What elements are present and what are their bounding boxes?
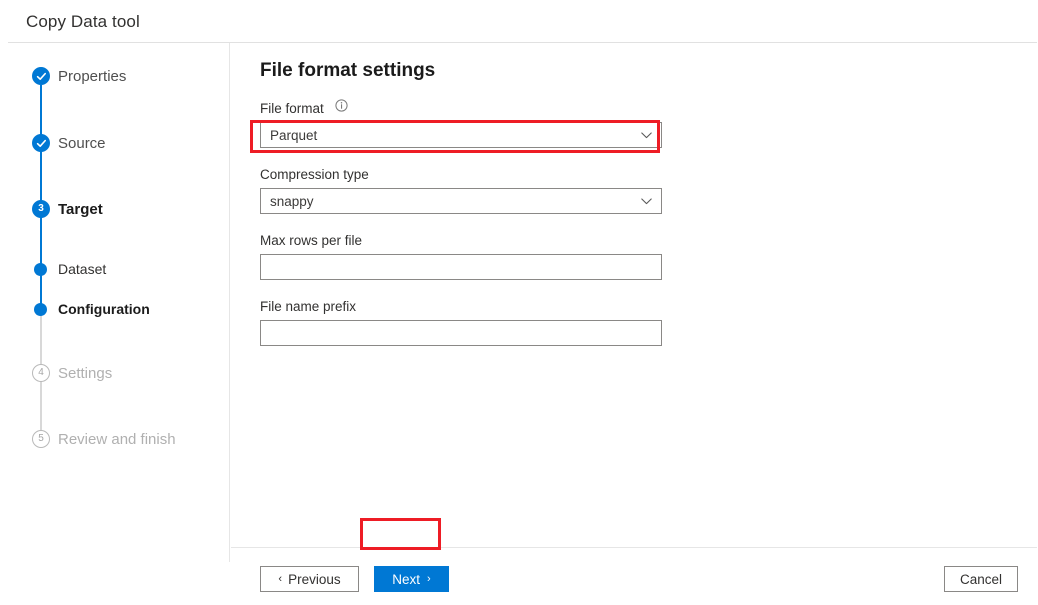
previous-button[interactable]: ‹ Previous [260, 566, 359, 592]
step-number-4: 4 [38, 367, 44, 378]
cancel-button[interactable]: Cancel [944, 566, 1018, 592]
sidebar-step-label-target: Target [58, 200, 103, 218]
compression-type-dropdown[interactable]: snappy [260, 188, 662, 215]
previous-button-label: Previous [288, 571, 341, 587]
sidebar-substep-label-dataset: Dataset [58, 261, 107, 277]
sidebar-substep-label-configuration: Configuration [58, 301, 150, 317]
file-name-prefix-input[interactable] [261, 321, 661, 346]
step-number-badge-4: 4 [32, 364, 50, 382]
field-compression-type: Compression type snappy [260, 166, 680, 215]
sidebar-step-label-source: Source [58, 134, 106, 152]
sidebar-step-label-settings: Settings [58, 364, 113, 382]
next-button[interactable]: Next › [374, 566, 449, 592]
field-label-max-rows-per-file: Max rows per file [260, 233, 363, 249]
cancel-button-label: Cancel [959, 571, 1003, 587]
compression-type-value: snappy [270, 193, 314, 209]
chevron-right-icon: › [427, 572, 431, 585]
substep-dot-icon [34, 302, 47, 316]
chevron-down-icon [641, 192, 652, 210]
next-button-label: Next [392, 571, 421, 587]
chevron-left-icon: ‹ [278, 572, 283, 585]
check-icon [32, 67, 50, 85]
wizard-footer: ‹ Previous Next › Cancel [231, 547, 1037, 605]
file-format-dropdown[interactable]: Parquet [260, 122, 662, 149]
max-rows-per-file-control[interactable] [260, 254, 662, 281]
window-title: Copy Data tool [26, 11, 140, 31]
file-name-prefix-control[interactable] [260, 320, 662, 347]
field-file-name-prefix: File name prefix [260, 298, 680, 347]
step-number-3: 3 [38, 203, 44, 214]
field-max-rows-per-file: Max rows per file [260, 232, 680, 281]
step-number-badge-5: 5 [32, 430, 50, 448]
sidebar-step-label-properties: Properties [58, 67, 127, 85]
field-label-compression-type: Compression type [260, 167, 369, 183]
file-format-settings-form: File format Parquet Compression type sna… [260, 99, 680, 364]
max-rows-per-file-input[interactable] [261, 255, 661, 280]
wizard-step-sidebar: Properties Source 3 Target Dataset Confi… [8, 43, 230, 562]
substep-dot-icon [34, 262, 47, 276]
field-label-file-format: File format [260, 101, 324, 117]
wizard-body: Properties Source 3 Target Dataset Confi… [8, 43, 1037, 605]
step-number-badge-3: 3 [32, 200, 50, 218]
info-icon[interactable] [335, 99, 348, 117]
field-file-format: File format Parquet [260, 99, 680, 149]
field-label-file-name-prefix: File name prefix [260, 299, 357, 315]
chevron-down-icon [641, 126, 652, 144]
file-format-value: Parquet [270, 127, 318, 143]
copy-data-tool-window: Copy Data tool Properties Source 3 Targe… [0, 0, 1038, 605]
check-icon [32, 134, 50, 152]
content-pane: File format settings File format Parquet [231, 43, 1037, 562]
step-number-5: 5 [38, 433, 44, 444]
window-title-bar: Copy Data tool [8, 1, 1037, 43]
sidebar-step-label-review-and-finish: Review and finish [58, 430, 176, 448]
page-title: File format settings [260, 60, 436, 81]
